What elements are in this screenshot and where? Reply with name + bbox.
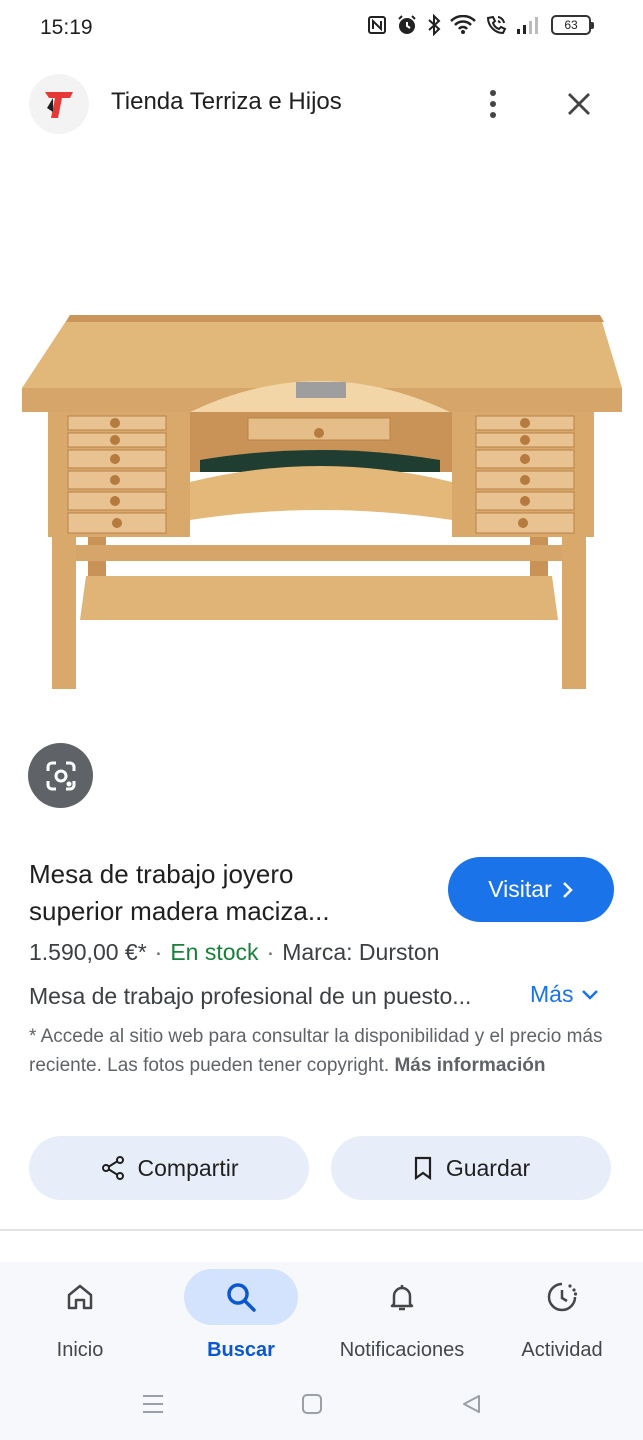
stock-status: En stock: [170, 939, 259, 965]
close-icon: [568, 93, 590, 115]
search-icon: [227, 1283, 256, 1312]
save-button[interactable]: Guardar: [331, 1136, 611, 1200]
visit-button[interactable]: Visitar: [448, 857, 614, 922]
product-title-line2: superior madera maciza...: [29, 896, 330, 926]
wifi-call-icon: [486, 15, 507, 35]
nav-label: Actividad: [521, 1339, 603, 1361]
nav-icon-wrap: [184, 1269, 298, 1325]
section-divider: [0, 1229, 643, 1231]
status-time: 15:19: [40, 16, 93, 39]
nav-item-buscar[interactable]: Buscar: [161, 1262, 321, 1372]
share-label: Compartir: [137, 1154, 239, 1181]
product-brand: Marca: Durston: [282, 939, 440, 965]
recent-apps-button[interactable]: [133, 1388, 173, 1420]
nav-label: Notificaciones: [339, 1339, 465, 1361]
product-title-line1: Mesa de trabajo joyero: [29, 859, 294, 889]
lens-search-button[interactable]: [28, 743, 93, 808]
product-description: Mesa de trabajo profesional de un puesto…: [29, 983, 472, 1009]
back-system-button[interactable]: [451, 1388, 491, 1420]
status-icons: 63: [367, 14, 594, 36]
store-name: Tienda Terriza e Hijos: [111, 88, 342, 115]
dot-icon: [490, 112, 496, 118]
product-header: Tienda Terriza e Hijos: [0, 70, 643, 138]
status-bar: 15:19 63: [0, 0, 643, 58]
nav-icon-wrap: [345, 1269, 459, 1325]
nav-label: Inicio: [56, 1339, 104, 1361]
home-system-button[interactable]: [292, 1388, 332, 1420]
menu-lines-icon: [143, 1395, 163, 1413]
bookmark-icon: [414, 1156, 431, 1181]
battery-icon: 63: [551, 15, 594, 35]
separator-dot: ·: [154, 939, 163, 965]
bluetooth-icon: [428, 14, 441, 36]
nav-icon-wrap: [505, 1269, 619, 1325]
more-details-label: Más: [530, 981, 574, 1007]
product-meta: 1.590,00 €* · En stock · Marca: Durston: [29, 939, 439, 966]
chevron-right-icon: [562, 881, 573, 898]
product-price: 1.590,00 €*: [29, 939, 147, 965]
disclaimer-text: * Accede al sitio web para consultar la …: [29, 1022, 614, 1080]
nav-item-notificaciones[interactable]: Notificaciones: [322, 1262, 482, 1372]
dot-icon: [490, 101, 496, 107]
separator-dot: ·: [266, 939, 275, 965]
workbench-image: [22, 315, 622, 689]
more-options-button[interactable]: [478, 84, 508, 124]
lens-icon: [46, 761, 75, 790]
nfc-icon: [368, 16, 386, 34]
visit-button-label: Visitar: [488, 876, 552, 902]
nav-item-inicio[interactable]: Inicio: [0, 1262, 160, 1372]
store-logo: [29, 74, 89, 134]
alarm-icon: [398, 15, 416, 34]
back-triangle-icon: [463, 1395, 480, 1413]
activity-icon: [547, 1282, 578, 1312]
nav-icon-wrap: [23, 1269, 137, 1325]
share-button[interactable]: Compartir: [29, 1136, 309, 1200]
square-icon: [302, 1394, 322, 1414]
system-navigation-bar: [0, 1372, 643, 1440]
wifi-icon: [450, 15, 476, 34]
home-icon: [67, 1284, 93, 1310]
product-title: Mesa de trabajo joyero superior madera m…: [29, 856, 429, 930]
nav-label: Buscar: [207, 1339, 275, 1361]
more-details-button[interactable]: Más: [530, 981, 599, 1008]
more-info-link[interactable]: Más información: [394, 1055, 545, 1076]
bell-icon: [390, 1285, 414, 1311]
signal-icon: [517, 17, 538, 34]
close-button[interactable]: [560, 84, 598, 124]
product-image[interactable]: [0, 150, 643, 730]
store-logo-icon: [45, 92, 73, 118]
share-icon: [101, 1156, 124, 1180]
nav-item-actividad[interactable]: Actividad: [482, 1262, 642, 1372]
dot-icon: [490, 90, 496, 96]
save-label: Guardar: [445, 1154, 531, 1181]
chevron-down-icon: [582, 989, 599, 1000]
bottom-navigation: Inicio Buscar Notificaciones Actividad: [0, 1262, 643, 1372]
